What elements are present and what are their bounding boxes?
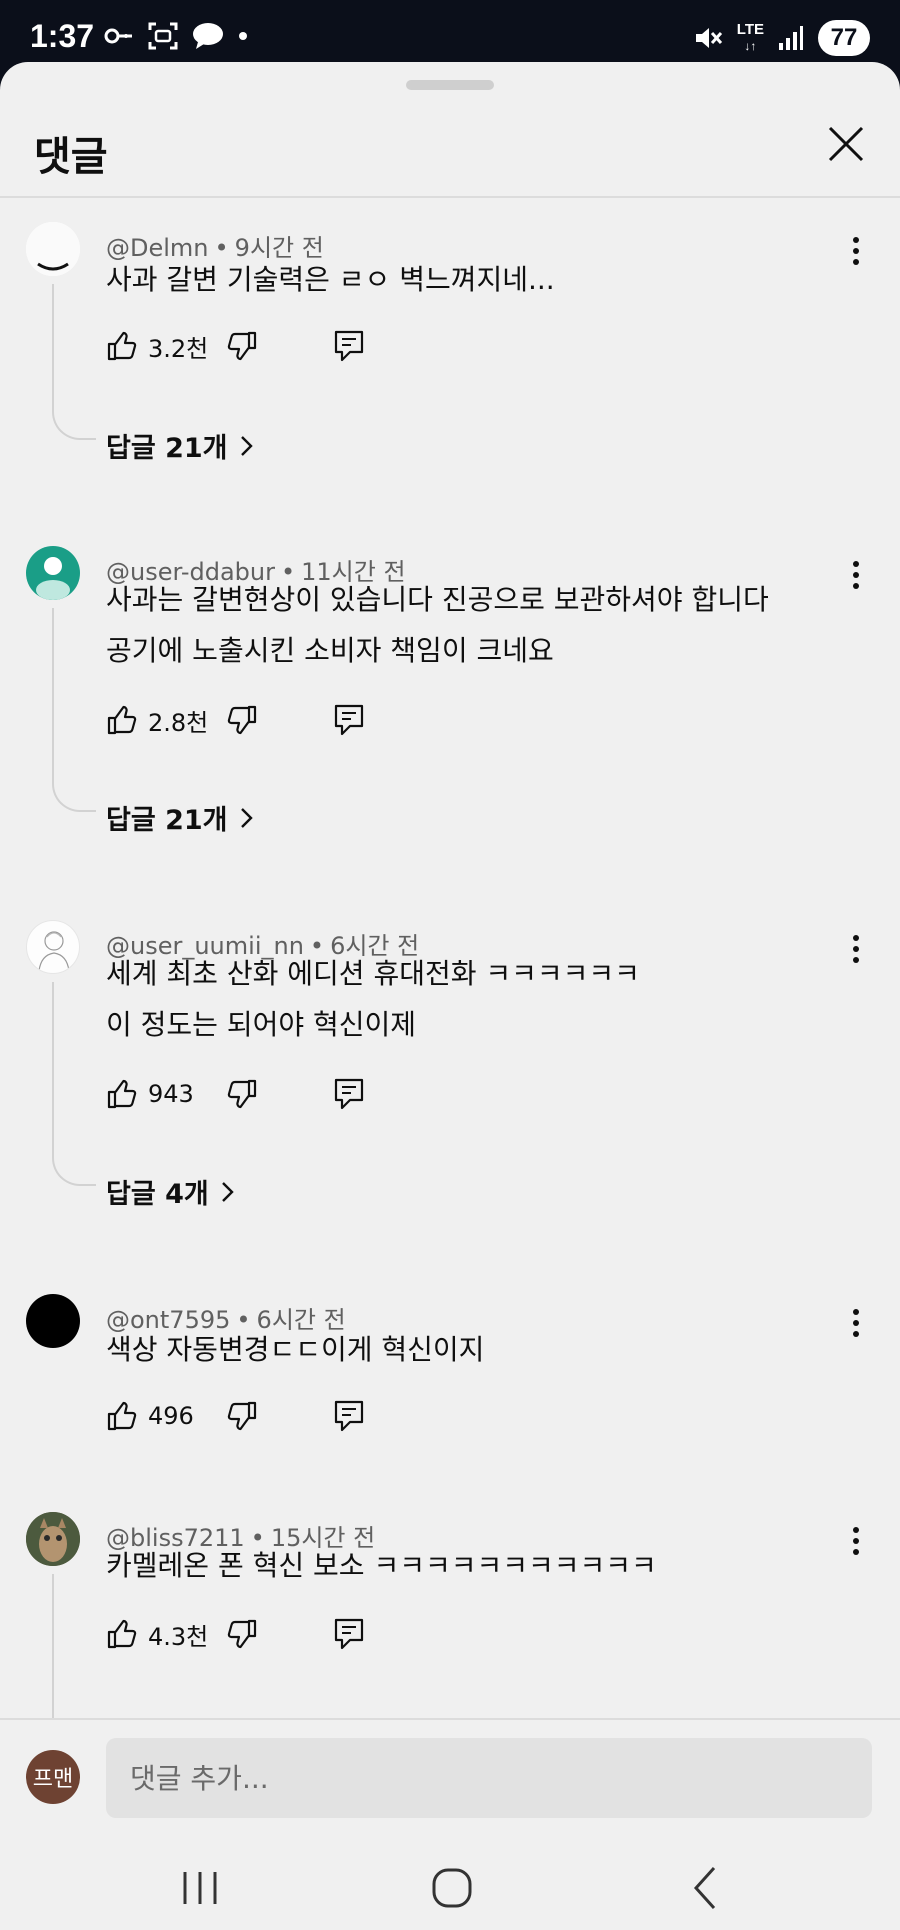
thread-line <box>52 982 96 1186</box>
signal-icon <box>779 26 803 50</box>
replies-label: 답글 21개 <box>106 433 228 464</box>
drag-handle[interactable] <box>406 80 494 90</box>
lte-indicator: LTE ↓↑ <box>736 21 764 54</box>
comment-actions: 2.8천 <box>106 700 364 740</box>
avatar[interactable] <box>26 920 80 974</box>
reply-icon[interactable] <box>334 1078 364 1110</box>
avatar[interactable] <box>26 546 80 600</box>
avatar[interactable] <box>26 222 80 276</box>
reply-icon[interactable] <box>334 704 364 736</box>
add-comment-input[interactable] <box>106 1738 872 1818</box>
chevron-right-icon <box>240 807 253 828</box>
comment-composer: 프맨 <box>0 1718 900 1838</box>
replies-label: 답글 4개 <box>106 1179 209 1210</box>
home-icon[interactable] <box>422 1858 482 1918</box>
chevron-right-icon <box>221 1181 234 1202</box>
like-count: 496 <box>148 1402 194 1430</box>
comment-item: @user-ddabur • 11시간 전 사과는 갈변현상이 있습니다 진공으로 … <box>0 524 900 898</box>
view-replies-link[interactable]: 답글 21개 <box>106 798 254 837</box>
reply-icon[interactable] <box>334 1618 364 1650</box>
sheet-title: 댓글 <box>34 134 108 180</box>
dot-icon <box>239 32 247 40</box>
sheet-header: 댓글 <box>0 102 900 198</box>
replies-label: 답글 21개 <box>106 805 228 836</box>
system-nav-bar <box>0 1838 900 1930</box>
comment-item: @Delmn • 9시간 전 사과 갈변 기술력은 ㄹㅇ 벽느껴지네... 3.2천… <box>0 200 900 524</box>
more-options-icon[interactable] <box>852 934 860 964</box>
thumbs-up-icon[interactable] <box>106 1618 138 1650</box>
key-icon <box>104 28 132 44</box>
battery-indicator: 77 <box>818 20 870 56</box>
comment-item: @user_uumii_nn • 6시간 전 세계 최초 산화 에디션 휴대전화 ㅋ… <box>0 898 900 1272</box>
more-options-icon[interactable] <box>852 1526 860 1556</box>
comment-list[interactable]: @Delmn • 9시간 전 사과 갈변 기술력은 ㄹㅇ 벽느껴지네... 3.2천… <box>0 200 900 1718</box>
back-icon[interactable] <box>676 1858 736 1918</box>
reply-icon[interactable] <box>334 1400 364 1432</box>
thumbs-up-icon[interactable] <box>106 1078 138 1110</box>
status-time: 1:37 <box>30 18 95 54</box>
like-count: 943 <box>148 1080 194 1108</box>
comment-actions: 496 <box>106 1396 364 1436</box>
comment-text: 세계 최초 산화 에디션 휴대전화 ㅋㅋㅋㅋㅋㅋ 이 정도는 되어야 혁신이제 <box>106 957 640 1041</box>
view-replies-link[interactable]: 답글 4개 <box>106 1172 235 1211</box>
thumbs-down-icon[interactable] <box>226 704 258 736</box>
thumbs-down-icon[interactable] <box>226 1078 258 1110</box>
sketch-avatar-image <box>38 931 70 972</box>
comment-actions: 3.2천 <box>106 326 364 366</box>
comment-text: 사과는 갈변현상이 있습니다 진공으로 보관하셔야 합니다 공기에 노출시킨 소비… <box>106 583 769 667</box>
reply-icon[interactable] <box>334 330 364 362</box>
avatar[interactable] <box>26 1512 80 1566</box>
thumbs-down-icon[interactable] <box>226 1400 258 1432</box>
comments-sheet: 댓글 @Delmn • 9시간 전 사과 갈변 기술력은 ㄹㅇ 벽느껴지네... 3… <box>0 62 900 1930</box>
more-options-icon[interactable] <box>852 1308 860 1338</box>
more-options-icon[interactable] <box>852 560 860 590</box>
like-count: 2.8천 <box>148 708 209 737</box>
view-replies-link[interactable]: 답글 21개 <box>106 426 254 465</box>
close-icon[interactable] <box>822 120 870 168</box>
thread-line <box>52 284 96 440</box>
like-count: 3.2천 <box>148 334 209 363</box>
thumbs-up-icon[interactable] <box>106 1400 138 1432</box>
comment-text: 카멜레온 폰 혁신 보소 ㅋㅋㅋㅋㅋㅋㅋㅋㅋㅋㅋ <box>106 1549 657 1582</box>
chat-bubble-icon <box>193 23 223 49</box>
screenshot-icon <box>148 22 178 50</box>
like-count: 4.3천 <box>148 1622 209 1651</box>
chevron-right-icon <box>240 435 253 456</box>
thumbs-down-icon[interactable] <box>226 330 258 362</box>
thumbs-down-icon[interactable] <box>226 1618 258 1650</box>
thread-line <box>52 1574 96 1718</box>
thumbs-up-icon[interactable] <box>106 704 138 736</box>
more-options-icon[interactable] <box>852 236 860 266</box>
thread-line <box>52 608 96 812</box>
person-icon <box>36 557 70 600</box>
avatar[interactable] <box>26 1294 80 1348</box>
comment-text: 색상 자동변경ㄷㄷ이게 혁신이지 <box>106 1333 485 1366</box>
cat-avatar-image <box>26 1512 80 1566</box>
comment-text: 사과 갈변 기술력은 ㄹㅇ 벽느껴지네... <box>106 263 555 296</box>
comment-actions: 943 <box>106 1074 364 1114</box>
user-avatar[interactable]: 프맨 <box>26 1750 80 1804</box>
comment-item: @ont7595 • 6시간 전 색상 자동변경ㄷㄷ이게 혁신이지 496 <box>0 1272 900 1490</box>
comment-item: @bliss7211 • 15시간 전 카멜레온 폰 혁신 보소 ㅋㅋㅋㅋㅋㅋㅋㅋㅋ… <box>0 1490 900 1718</box>
recent-apps-icon[interactable] <box>170 1858 230 1918</box>
avatar-image <box>26 222 80 276</box>
thumbs-up-icon[interactable] <box>106 330 138 362</box>
comment-actions: 4.3천 <box>106 1614 364 1654</box>
mute-icon <box>695 28 722 48</box>
